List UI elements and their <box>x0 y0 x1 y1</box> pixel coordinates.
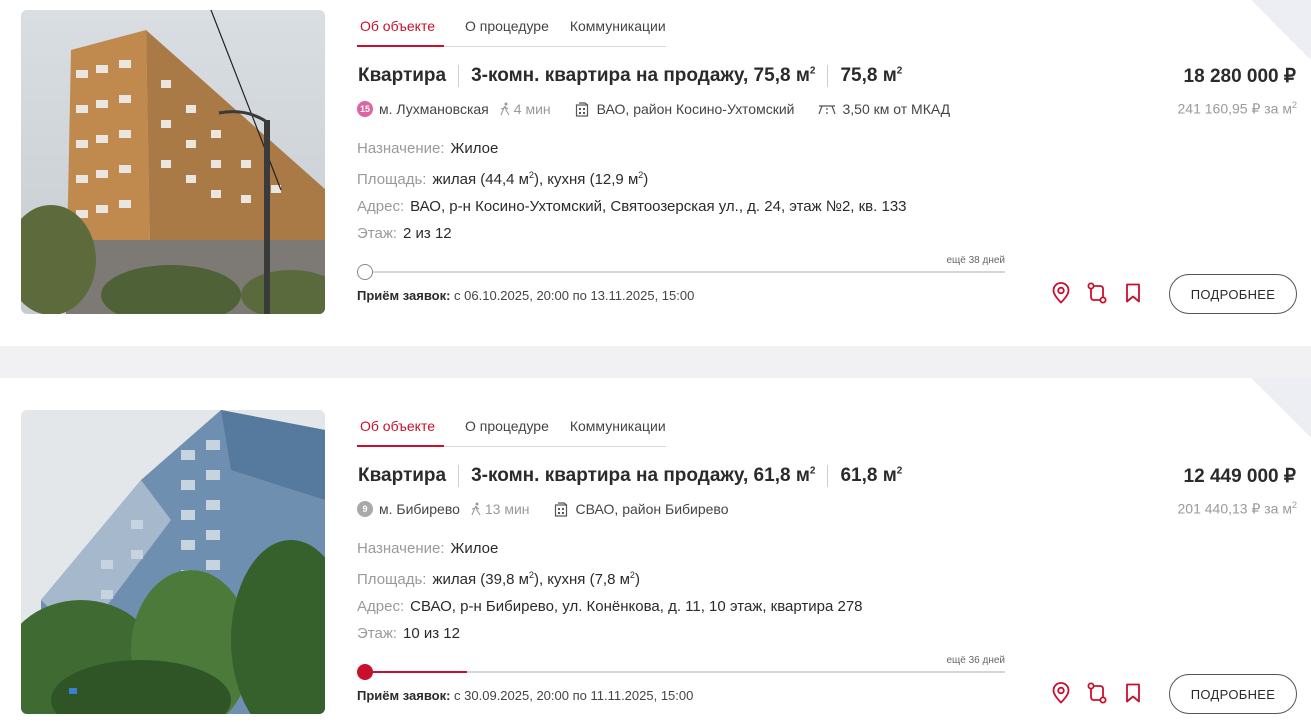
application-progress: ещё 38 дней <box>357 253 1005 280</box>
route-icon[interactable] <box>1086 282 1108 304</box>
tab-about-procedure[interactable]: О процедуре <box>465 413 549 446</box>
title-divider <box>458 65 460 87</box>
walking-icon <box>500 102 510 116</box>
walk-time: 13 мин <box>470 501 530 517</box>
tab-about-procedure[interactable]: О процедуре <box>465 13 549 46</box>
tab-about-object[interactable]: Об объекте <box>357 13 444 47</box>
floor-row: Этаж: 10 из 12 <box>357 625 460 642</box>
walk-time: 4 мин <box>499 101 551 117</box>
listing-card: Об объекте О процедуре Коммуникации Квар… <box>0 378 1311 722</box>
listing-price: 12 449 000 ₽ <box>1183 466 1296 487</box>
price-per-m2: 201 440,13 ₽ за м2 <box>1177 500 1298 517</box>
district: СВАО, район Бибирево <box>554 501 729 517</box>
tab-communications[interactable]: Коммуникации <box>570 413 666 446</box>
days-left: ещё 38 дней <box>946 255 1005 266</box>
area-row: Площадь: жилая (44,4 м2), кухня (12,9 м2) <box>357 170 649 188</box>
listing-photo[interactable] <box>21 410 325 714</box>
application-progress: ещё 36 дней <box>357 653 1005 680</box>
floor-row: Этаж: 2 из 12 <box>357 225 452 242</box>
district: ВАО, район Косино-Ухтомский <box>575 101 794 117</box>
route-icon[interactable] <box>1086 682 1108 704</box>
listing-properties: Назначение: Жилое Площадь: жилая (39,8 м2)… <box>357 535 863 647</box>
tab-about-object[interactable]: Об объекте <box>357 413 444 447</box>
address-row: Адрес: ВАО, р-н Косино-Ухтомский, Святооз… <box>357 198 907 215</box>
listing-tabs: Об объекте О процедуре Коммуникации <box>357 13 666 47</box>
mkad-distance: 3,50 км от МКАД <box>818 101 950 117</box>
bookmark-icon[interactable] <box>1122 282 1144 304</box>
application-period: Приём заявок: с 06.10.2025, 20:00 по 13.… <box>357 288 695 303</box>
tab-communications[interactable]: Коммуникации <box>570 13 666 46</box>
listing-headline[interactable]: 3-комн. квартира на продажу, 61,8 м2 <box>471 465 815 487</box>
map-pin-icon[interactable] <box>1050 682 1072 704</box>
details-button[interactable]: ПОДРОБНЕЕ <box>1169 674 1297 714</box>
listing-actions <box>1050 682 1158 704</box>
application-period: Приём заявок: с 30.09.2025, 20:00 по 11.… <box>357 688 694 703</box>
area-row: Площадь: жилая (39,8 м2), кухня (7,8 м2) <box>357 570 640 588</box>
listing-tabs: Об объекте О процедуре Коммуникации <box>357 413 666 447</box>
listing-headline[interactable]: 3-комн. квартира на продажу, 75,8 м2 <box>471 65 815 87</box>
bookmark-icon[interactable] <box>1122 682 1144 704</box>
listing-type: Квартира <box>358 465 447 486</box>
building-icon <box>554 501 567 517</box>
progress-knob <box>357 664 373 680</box>
listing-title: Квартира 3-комн. квартира на продажу, 75… <box>358 65 902 87</box>
days-left: ещё 36 дней <box>946 655 1005 666</box>
listing-area: 61,8 м2 <box>840 465 903 486</box>
listing-area: 75,8 м2 <box>840 65 903 86</box>
location-row: 15 м. Лухмановская 4 мин ВАО, район Коси… <box>357 101 950 117</box>
progress-track <box>365 271 1005 273</box>
details-button[interactable]: ПОДРОБНЕЕ <box>1169 274 1297 314</box>
title-divider <box>827 465 829 487</box>
title-divider <box>458 465 460 487</box>
listing-price: 18 280 000 ₽ <box>1183 66 1296 87</box>
road-icon <box>818 105 837 115</box>
progress-fill <box>365 671 468 673</box>
progress-knob <box>357 264 373 280</box>
location-row: 9 м. Бибирево 13 мин СВАО, район Бибирев… <box>357 501 729 517</box>
metro-station: м. Бибирево <box>379 501 460 517</box>
title-divider <box>827 65 829 87</box>
listing-photo[interactable] <box>21 10 325 314</box>
card-corner-decoration <box>1251 378 1311 438</box>
address-row: Адрес: СВАО, р-н Бибирево, ул. Конёнкова,… <box>357 598 863 615</box>
metro-station: м. Лухмановская <box>379 101 489 117</box>
purpose-row: Назначение: Жилое <box>357 540 499 557</box>
listing-card: Об объекте О процедуре Коммуникации Квар… <box>0 0 1311 346</box>
metro-line-badge: 15 <box>357 101 373 117</box>
card-corner-decoration <box>1251 0 1311 60</box>
listing-type: Квартира <box>358 65 447 86</box>
building-icon <box>575 101 588 117</box>
purpose-row: Назначение: Жилое <box>357 140 499 157</box>
metro-line-badge: 9 <box>357 501 373 517</box>
listing-actions <box>1050 282 1158 304</box>
listing-title: Квартира 3-комн. квартира на продажу, 61… <box>358 465 902 487</box>
map-pin-icon[interactable] <box>1050 282 1072 304</box>
price-per-m2: 241 160,95 ₽ за м2 <box>1177 100 1298 117</box>
listing-properties: Назначение: Жилое Площадь: жилая (44,4 м2)… <box>357 135 907 247</box>
walking-icon <box>471 502 481 516</box>
